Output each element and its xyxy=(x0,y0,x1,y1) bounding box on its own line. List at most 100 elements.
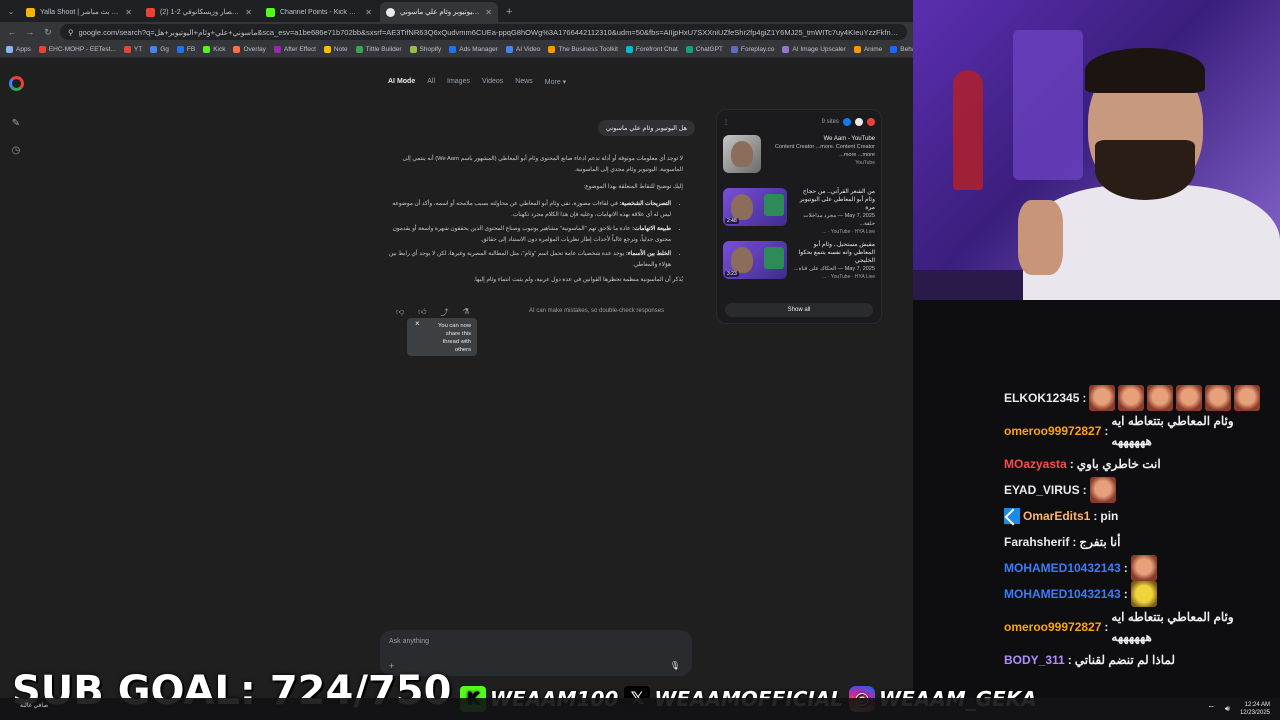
tab-kick-dashboard[interactable]: Channel Points - Kick Dashboa... ✕ xyxy=(260,2,378,22)
thumbs-down-icon[interactable]: 👎︎ xyxy=(396,307,404,318)
tab-more-label: More xyxy=(544,79,561,86)
close-icon[interactable]: ✕ xyxy=(125,8,132,17)
browser-toolbar: ← → ↻ ⚲ google.com/search?q=ماسوني+علي+و… xyxy=(0,22,913,42)
tab-google-search[interactable]: هل اليوتيوبر وئام علي ماسوني... ✕ xyxy=(380,2,498,22)
source-chip-icon xyxy=(843,118,851,126)
bookmark-item[interactable]: ChatGPT xyxy=(685,46,723,53)
chat-username[interactable]: ELKOK12345 xyxy=(1004,386,1079,410)
tab-label: Channel Points - Kick Dashboa... xyxy=(280,8,360,16)
chat-username[interactable]: BODY_311 xyxy=(1004,647,1065,673)
tab-news[interactable]: News xyxy=(515,78,533,86)
arrow-left-icon[interactable]: ← xyxy=(6,27,18,37)
bookmark-item[interactable]: Forefront Chat xyxy=(625,46,678,53)
wifi-icon[interactable]: ⌔ xyxy=(1207,704,1215,714)
bookmark-favicon-icon xyxy=(123,46,131,53)
source-chip-icon xyxy=(867,118,875,126)
bookmark-item[interactable]: Note xyxy=(323,46,348,53)
bookmark-item[interactable]: AI Image Upscaler xyxy=(782,46,846,53)
chat-username[interactable]: MOHAMED10432143 xyxy=(1004,581,1121,607)
chat-emote-icon xyxy=(1205,385,1232,411)
left-rail: ✎ ◷ xyxy=(0,58,32,698)
new-tab-button[interactable]: + xyxy=(500,2,518,22)
chat-username[interactable]: MOazyasta xyxy=(1004,451,1067,477)
bookmark-item[interactable]: The Business Toolkit xyxy=(548,46,618,53)
tab-images[interactable]: Images xyxy=(447,78,470,86)
tab-more[interactable]: More ▾ xyxy=(545,78,566,86)
new-thread-icon[interactable]: ✎ xyxy=(10,118,22,129)
bookmark-item[interactable]: Tittle Builder xyxy=(355,46,402,53)
chat-text: وئام المعاطي بتتعاطه ايه ههههههه xyxy=(1111,414,1234,448)
bookmark-item[interactable]: AI Video xyxy=(505,46,540,53)
bookmark-label: Gg xyxy=(160,46,169,53)
tab-videos[interactable]: Videos xyxy=(482,78,503,86)
weather-widget[interactable]: صافي غالبة xyxy=(20,702,48,709)
ai-answer: لا توجد أي معلومات موثوقة أو أدلة تدعم ا… xyxy=(385,154,683,292)
volume-icon[interactable]: 🔊︎ xyxy=(1225,704,1230,714)
source-desc: May 7, 2025 — مجرد مداخلات حلقة... xyxy=(803,213,875,227)
chat-username[interactable]: EYAD_VIRUS xyxy=(1004,477,1080,503)
clock[interactable]: 12:24 AM 12/23/2025 xyxy=(1240,701,1270,717)
bookmark-favicon-icon xyxy=(685,46,693,53)
tab-yalla-shoot[interactable]: Yalla Shoot | ماتشات اليوم بث مباشر ✕ xyxy=(20,2,138,22)
chat-text: لماذا لم تنضم لقناتي xyxy=(1074,653,1175,667)
feedback-actions: 👎︎ 👍︎ ⤴ ⚗ xyxy=(396,307,470,318)
arrow-right-icon[interactable]: → xyxy=(24,27,36,37)
bookmark-favicon-icon xyxy=(6,46,13,53)
chat-username[interactable]: omeroo99972827 xyxy=(1004,418,1101,444)
thumbs-up-icon[interactable]: 👍︎ xyxy=(418,307,426,318)
close-icon[interactable]: ✕ xyxy=(485,8,492,17)
chat-emote-icon xyxy=(1147,385,1174,411)
bookmark-item[interactable]: EHC-MOHP - EETest... xyxy=(38,46,116,53)
bookmark-label: AI Image Upscaler xyxy=(792,46,846,53)
bookmark-item[interactable]: Behance xyxy=(890,46,913,53)
close-icon[interactable]: ✕ xyxy=(245,8,252,17)
bookmark-item[interactable]: YT xyxy=(123,46,142,53)
show-all-button[interactable]: Show all xyxy=(725,303,873,317)
chat-emote-icon xyxy=(1176,385,1203,411)
tab-all[interactable]: All xyxy=(427,78,435,86)
tab-ai-mode[interactable]: AI Mode xyxy=(388,78,415,86)
bookmark-favicon-icon xyxy=(730,46,738,53)
chat-separator: : xyxy=(1123,587,1128,601)
site-info-icon[interactable]: ⚲ xyxy=(68,28,74,37)
more-vert-icon[interactable]: ⋮ xyxy=(723,119,729,126)
share-icon[interactable]: ⤴ xyxy=(441,307,449,318)
chat-username[interactable]: MOHAMED10432143 xyxy=(1004,555,1121,581)
bookmark-item[interactable]: Gg xyxy=(150,46,169,53)
address-bar[interactable]: ⚲ google.com/search?q=ماسوني+علي+وئام+ال… xyxy=(60,24,907,40)
bookmark-item[interactable]: Ads Manager xyxy=(449,46,498,53)
bookmark-item[interactable]: FB xyxy=(176,46,195,53)
source-meta: YouTube xyxy=(855,160,875,166)
bookmark-label: Anime xyxy=(863,46,883,53)
close-icon[interactable]: × xyxy=(415,320,420,328)
chat-message: MOazyasta: انت خاطري باوي xyxy=(1004,451,1274,477)
google-logo[interactable] xyxy=(9,76,24,91)
source-card[interactable]: 2:48 من الشعر القرآني.. من حجاج وئام أبو… xyxy=(723,188,875,235)
close-icon[interactable]: ✕ xyxy=(365,8,372,17)
tab-search-icon[interactable]: ⌄ xyxy=(4,2,18,22)
toast-text: You can now share this thread with other… xyxy=(438,323,471,353)
history-icon[interactable]: ◷ xyxy=(10,145,22,156)
chat-emote-icon xyxy=(1089,477,1116,503)
tab-youtube-video[interactable]: (2) أهداف حصار وزيسكانوفي 2-1 - ... ✕ xyxy=(140,2,258,22)
user-query-bubble: هل اليوتيوبر وئام علي ماسوني xyxy=(598,120,696,136)
mic-icon[interactable]: 🎙︎ xyxy=(670,661,680,670)
bookmark-item[interactable]: After Effect xyxy=(273,46,316,53)
chat-message: ELKOK12345: xyxy=(1004,385,1274,411)
bullet-heading: التصريحات الشخصية: xyxy=(619,201,671,207)
bookmark-item[interactable]: Shopify xyxy=(409,46,441,53)
chat-text: أنا بتفرج xyxy=(1079,535,1121,549)
bookmark-item[interactable]: Foreplay.co xyxy=(730,46,774,53)
bookmark-item[interactable]: Anime xyxy=(853,46,883,53)
chat-username[interactable]: omeroo99972827 xyxy=(1004,614,1101,640)
source-card[interactable]: We Aam - YouTube Content Creator ...more… xyxy=(723,135,875,181)
bookmark-item[interactable]: Kick xyxy=(203,46,225,53)
source-card[interactable]: 3:23 مقيش مستحيل.. وئام أبو المعاطي وانه… xyxy=(723,241,875,287)
bookmark-item[interactable]: Overlay xyxy=(233,46,266,53)
chat-username[interactable]: OmarEdits1 xyxy=(1023,503,1090,529)
reload-icon[interactable]: ↻ xyxy=(42,27,54,38)
sources-header[interactable]: ⋮ 9 sites xyxy=(723,116,875,128)
bookmark-item[interactable]: Apps xyxy=(6,46,31,53)
chat-username[interactable]: Farahsherif xyxy=(1004,529,1069,555)
flask-icon[interactable]: ⚗ xyxy=(463,307,470,318)
